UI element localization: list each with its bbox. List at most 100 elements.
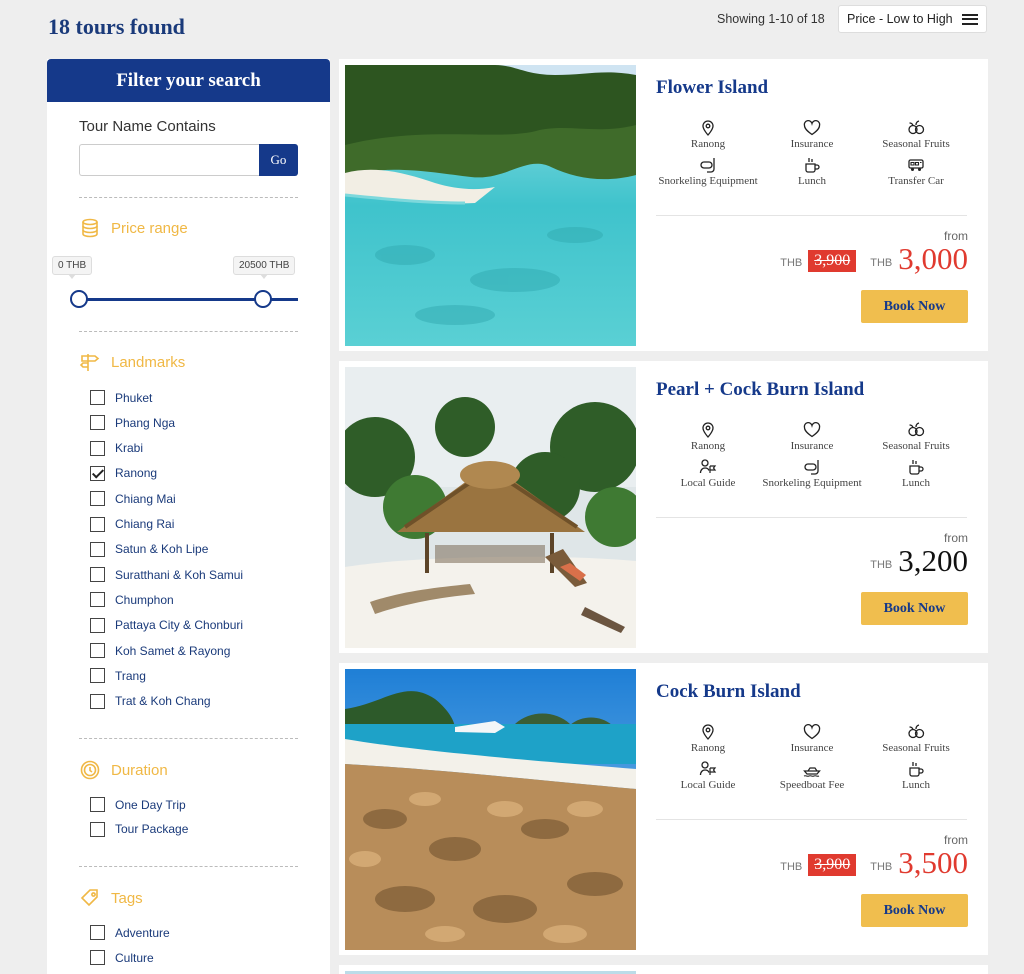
lunch-icon [909,762,924,777]
book-now-button[interactable]: Book Now [861,290,968,323]
tour-card: Pearl + Cock Burn Island from THB 3,200 … [339,361,988,653]
tour-feature: Speedboat Fee [760,760,864,791]
landmarks-label: Landmarks [111,353,186,371]
checkbox[interactable] [90,541,105,557]
tag-icon [80,889,98,907]
checkbox-label: Phang Nga [115,415,176,430]
price-row: THB 3,900 THB 3,000 [780,243,968,275]
checkbox[interactable] [90,440,105,456]
checkbox[interactable] [90,491,105,507]
checkbox-label: Phuket [115,390,153,405]
tour-photo[interactable] [345,669,636,950]
sort-select[interactable]: Price - Low to High [838,5,987,33]
checkbox-label: Trang [115,668,146,683]
current-price: 3,500 [898,845,968,880]
filter-checkbox-row[interactable]: Koh Samet & Rayong [90,643,230,658]
filter-checkbox-row[interactable]: Chiang Mai [90,491,176,507]
filter-checkbox-row[interactable]: Phang Nga [90,415,176,431]
tour-title[interactable]: Flower Island [656,77,768,99]
filter-checkbox-row[interactable]: Satun & Koh Lipe [90,541,208,557]
price-range-heading: Price range [79,217,188,239]
checkbox[interactable] [90,821,105,837]
tour-feature-label: Transfer Car [888,175,944,187]
filter-checkbox-row[interactable]: Pattaya City & Chonburi [90,617,244,633]
checkbox[interactable] [90,390,105,405]
signpost-icon [79,354,100,371]
book-now-button[interactable]: Book Now [861,894,968,927]
tour-feature: Lunch [864,458,968,489]
tour-name-input[interactable] [79,144,260,176]
price-row: THB 3,200 [870,545,968,577]
go-button[interactable]: Go [259,144,298,176]
checkbox[interactable] [90,693,105,709]
filter-checkbox-row[interactable]: One Day Trip [90,797,186,812]
speedboat-icon [803,767,821,777]
checkbox[interactable] [90,925,105,940]
filter-checkbox-row[interactable]: Trat & Koh Chang [90,693,211,709]
checkbox[interactable] [90,643,105,658]
tour-feature-label: Lunch [797,175,827,187]
checkbox[interactable] [90,617,105,633]
tour-feature-label: Snorkeling Equipment [762,477,862,489]
checkbox-label: Pattaya City & Chonburi [115,618,244,633]
tour-feature: Ranong [656,119,760,150]
filter-checkbox-row[interactable]: Adventure [90,925,170,940]
checkbox-label: Chiang Mai [115,491,176,506]
duration-heading: Duration [79,759,168,781]
old-price: 3,900 [808,250,857,272]
tour-feature-label: Seasonal Fruits [882,742,950,754]
currency-label: THB [780,257,803,269]
price-slider-max-handle[interactable] [254,290,272,308]
tour-feature-label: Insurance [790,742,834,754]
filter-checkbox-row[interactable]: Tour Package [90,821,189,837]
location-pin-icon [702,724,714,740]
checkbox[interactable] [90,465,105,481]
divider [79,866,298,867]
tour-feature-label: Ranong [690,742,726,754]
filter-checkbox-row[interactable]: Trang [90,668,146,684]
divider [79,738,298,739]
checkbox[interactable] [90,797,105,812]
lunch-icon [805,158,820,173]
tour-feature-label: Insurance [790,138,834,150]
current-price: 3,200 [898,543,968,578]
filter-checkbox-row[interactable]: Ranong [90,465,157,481]
filter-checkbox-row[interactable]: Krabi [90,440,143,456]
currency-label: THB [870,257,893,269]
checkbox[interactable] [90,668,105,684]
tour-feature-label: Seasonal Fruits [882,440,950,452]
checkbox-label: Tour Package [115,822,189,836]
lunch-icon [909,460,924,475]
checkbox[interactable] [90,415,105,431]
clock-icon [80,760,100,780]
price-slider-min-handle[interactable] [70,290,88,308]
checkbox[interactable] [90,516,105,532]
divider [79,331,298,332]
filter-checkbox-row[interactable]: Chumphon [90,592,174,608]
tour-title[interactable]: Pearl + Cock Burn Island [656,379,864,401]
location-pin-icon [702,120,714,136]
tour-photo[interactable] [345,367,636,648]
menu-icon [962,13,978,25]
tags-heading: Tags [79,887,143,909]
checkbox[interactable] [90,592,105,608]
filter-checkbox-row[interactable]: Phuket [90,390,152,405]
price-row: THB 3,900 THB 3,500 [780,847,968,879]
filter-checkbox-row[interactable]: Suratthani & Koh Samui [90,567,243,583]
current-price: 3,000 [898,241,968,276]
tour-feature-label: Local Guide [680,779,736,791]
price-max-tooltip: 20500 THB [233,256,296,279]
checkbox-label: One Day Trip [115,797,186,812]
checkbox[interactable] [90,950,105,965]
tour-feature-label: Insurance [790,440,834,452]
tour-feature-label: Snorkeling Equipment [658,175,758,187]
checkbox[interactable] [90,567,105,583]
filter-checkbox-row[interactable]: Chiang Rai [90,516,174,532]
fruits-icon [908,724,925,739]
book-now-button[interactable]: Book Now [861,592,968,625]
tour-photo[interactable] [345,65,636,346]
filter-checkbox-row[interactable]: Culture [90,950,154,965]
sort-select-label: Price - Low to High [847,12,953,26]
tour-feature-label: Lunch [901,477,931,489]
tour-title[interactable]: Cock Burn Island [656,681,801,703]
